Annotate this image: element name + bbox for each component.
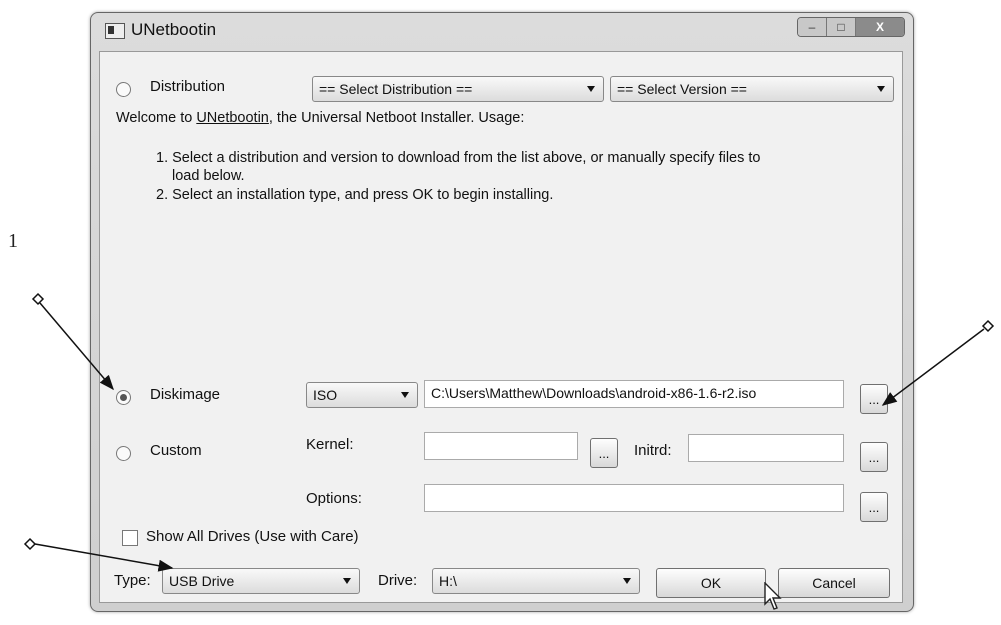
callout-diamond-icon xyxy=(31,292,45,306)
callout-diskimage xyxy=(31,292,114,391)
callout-type xyxy=(23,537,174,572)
callout-diamond-icon xyxy=(981,319,995,333)
callout-arrow-browse xyxy=(881,328,985,406)
callout-arrow-diskimage xyxy=(39,302,114,391)
callout-browse xyxy=(881,319,995,406)
callout-arrow-type xyxy=(34,543,174,572)
callout-diamond-icon xyxy=(23,537,37,551)
callout-annotations xyxy=(23,292,995,572)
